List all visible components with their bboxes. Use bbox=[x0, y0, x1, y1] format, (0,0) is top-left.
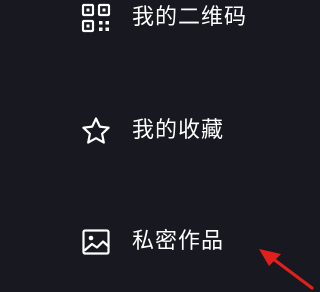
qr-code-icon bbox=[81, 3, 111, 33]
menu-item-my-qr-code[interactable]: 我的二维码 bbox=[0, 0, 315, 46]
menu-item-label: 我的收藏 bbox=[132, 118, 225, 143]
menu-item-label: 私密作品 bbox=[132, 229, 225, 254]
menu-screen: 我的二维码 我的收藏 私密作品 bbox=[0, 0, 315, 292]
star-icon bbox=[81, 116, 111, 146]
menu-item-my-favorites[interactable]: 我的收藏 bbox=[0, 103, 315, 159]
image-icon bbox=[81, 227, 111, 257]
menu-item-label: 我的二维码 bbox=[132, 5, 248, 30]
menu-item-private-works[interactable]: 私密作品 bbox=[0, 214, 315, 270]
